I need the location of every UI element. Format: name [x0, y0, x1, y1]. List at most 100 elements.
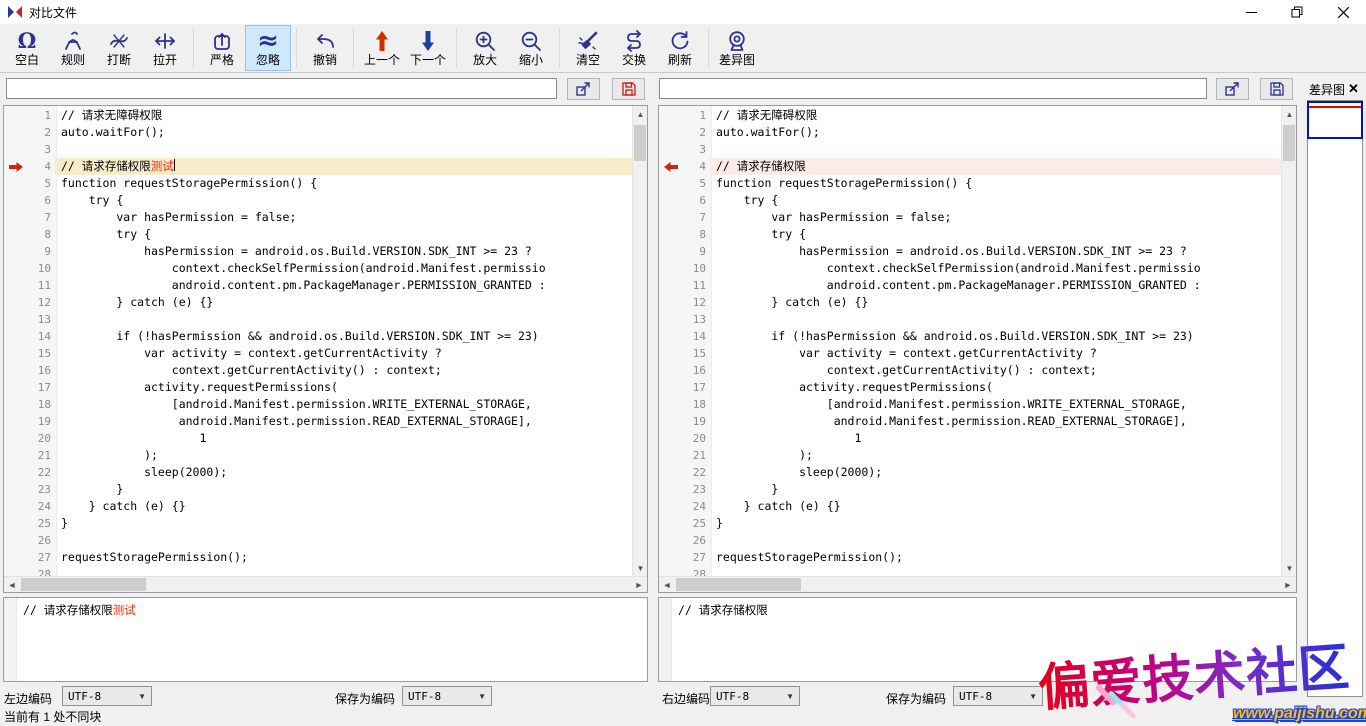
- left-horizontal-scrollbar[interactable]: ◄ ►: [4, 576, 647, 592]
- code-line: 23 }: [4, 481, 632, 498]
- toolbar-button-label: 打断: [107, 54, 131, 67]
- right-horizontal-scrollbar[interactable]: ◄ ►: [659, 576, 1296, 592]
- toolbar-button-next[interactable]: 下一个: [405, 25, 451, 71]
- line-marker-margin: [4, 141, 28, 158]
- scroll-up-icon[interactable]: ▲: [1282, 106, 1297, 122]
- code-line: 9 hasPermission = android.os.Build.VERSI…: [659, 243, 1281, 260]
- line-marker-margin: [4, 498, 28, 515]
- right-open-file-button[interactable]: [1216, 78, 1249, 100]
- code-line: 7 var hasPermission = false;: [4, 209, 632, 226]
- merge-to-right-arrow-icon[interactable]: [4, 158, 28, 175]
- left-save-button[interactable]: [612, 78, 645, 100]
- toolbar-button-previous[interactable]: 上一个: [359, 25, 405, 71]
- scrollbar-thumb[interactable]: [676, 578, 801, 591]
- line-number: 16: [683, 362, 710, 379]
- scroll-right-icon[interactable]: ►: [1280, 577, 1296, 592]
- scroll-right-icon[interactable]: ►: [631, 577, 647, 592]
- toolbar-button-undo[interactable]: 撤销: [302, 25, 348, 71]
- diff-map-viewport[interactable]: [1307, 101, 1363, 139]
- line-number: 20: [28, 430, 55, 447]
- line-marker-margin: [4, 107, 28, 124]
- code-text: [55, 566, 632, 576]
- line-number: 28: [683, 566, 710, 576]
- line-marker-margin: [4, 328, 28, 345]
- toolbar-button-swap[interactable]: 交换: [611, 25, 657, 71]
- line-number: 6: [683, 192, 710, 209]
- right-save-encoding-select[interactable]: UTF-8 ▼: [953, 686, 1043, 706]
- left-file-path-input[interactable]: [6, 78, 557, 99]
- line-marker-margin: [659, 260, 683, 277]
- code-text: // 请求无障碍权限: [55, 107, 632, 124]
- code-text: activity.requestPermissions(: [55, 379, 632, 396]
- right-file-path-input[interactable]: [659, 78, 1207, 99]
- toolbar-button-zoom-in[interactable]: 放大: [462, 25, 508, 71]
- code-line: 23 }: [659, 481, 1281, 498]
- scroll-left-icon[interactable]: ◄: [4, 577, 20, 592]
- line-number: 12: [683, 294, 710, 311]
- maximize-restore-button[interactable]: [1274, 0, 1320, 24]
- toolbar-button-refresh[interactable]: 刷新: [657, 25, 703, 71]
- code-line: 28: [4, 566, 632, 576]
- code-line: 3: [659, 141, 1281, 158]
- code-text: function requestStoragePermission() {: [55, 175, 632, 192]
- left-open-file-button[interactable]: [567, 78, 600, 100]
- code-line: 25}: [4, 515, 632, 532]
- line-marker-margin: [4, 515, 28, 532]
- left-vertical-scrollbar[interactable]: ▲ ▼: [632, 106, 647, 576]
- line-number: 8: [28, 226, 55, 243]
- scroll-left-icon[interactable]: ◄: [659, 577, 675, 592]
- code-text: auto.waitFor();: [710, 124, 1281, 141]
- line-number: 2: [28, 124, 55, 141]
- toolbar-separator: [296, 28, 297, 68]
- toolbar-button-clear[interactable]: 清空: [565, 25, 611, 71]
- scrollbar-thumb[interactable]: [634, 125, 646, 161]
- close-button[interactable]: [1320, 0, 1366, 24]
- line-number: 23: [683, 481, 710, 498]
- minimize-button[interactable]: [1228, 0, 1274, 24]
- scroll-down-icon[interactable]: ▼: [633, 560, 648, 576]
- code-text: } catch (e) {}: [55, 498, 632, 515]
- scroll-up-icon[interactable]: ▲: [633, 106, 648, 122]
- line-marker-margin: [659, 345, 683, 362]
- right-encoding-select[interactable]: UTF-8 ▼: [710, 686, 800, 706]
- right-vertical-scrollbar[interactable]: ▲ ▼: [1281, 106, 1296, 576]
- toolbar-button-stretch[interactable]: 拉开: [142, 25, 188, 71]
- line-number: 22: [683, 464, 710, 481]
- line-marker-margin: [659, 277, 683, 294]
- line-marker-margin: [659, 515, 683, 532]
- scrollbar-thumb[interactable]: [21, 578, 146, 591]
- code-line: 14 if (!hasPermission && android.os.Buil…: [659, 328, 1281, 345]
- left-code-editor[interactable]: 1// 请求无障碍权限2auto.waitFor();34// 请求存储权限测试…: [3, 105, 648, 593]
- diff-map-close-icon[interactable]: ✕: [1348, 81, 1359, 97]
- scroll-down-icon[interactable]: ▼: [1282, 560, 1297, 576]
- line-marker-margin: [4, 549, 28, 566]
- toolbar-button-ignore[interactable]: ≈忽略: [245, 25, 291, 71]
- toolbar-button-zoom-out[interactable]: 缩小: [508, 25, 554, 71]
- toolbar-button-diff-map[interactable]: 差异图: [714, 25, 760, 71]
- toolbar-button-label: 交换: [622, 54, 646, 67]
- code-line: 6 try {: [4, 192, 632, 209]
- scrollbar-thumb[interactable]: [1283, 125, 1295, 161]
- code-text: [710, 141, 1281, 158]
- right-save-button[interactable]: [1260, 78, 1293, 100]
- right-save-encoding-label: 保存为编码: [886, 690, 946, 707]
- zoom-in-icon: [473, 29, 497, 53]
- code-text: [710, 311, 1281, 328]
- left-encoding-select[interactable]: UTF-8 ▼: [62, 686, 152, 706]
- merge-to-left-arrow-icon[interactable]: [659, 158, 683, 175]
- left-save-encoding-select[interactable]: UTF-8 ▼: [402, 686, 492, 706]
- line-marker-margin: [659, 549, 683, 566]
- save-icon: [1269, 81, 1285, 97]
- diff-overview-map[interactable]: [1307, 100, 1363, 697]
- code-line: 28: [659, 566, 1281, 576]
- toolbar-button-strict[interactable]: 严格: [199, 25, 245, 71]
- toolbar-button-break[interactable]: 打断: [96, 25, 142, 71]
- right-code-editor[interactable]: 1// 请求无障碍权限2auto.waitFor();34// 请求存储权限5f…: [658, 105, 1297, 593]
- code-line: 8 try {: [659, 226, 1281, 243]
- refresh-icon: [668, 29, 692, 53]
- toolbar-button-rules[interactable]: 规则: [50, 25, 96, 71]
- line-marker-margin: [4, 566, 28, 576]
- code-line: 9 hasPermission = android.os.Build.VERSI…: [4, 243, 632, 260]
- toolbar-button-blank[interactable]: Ω空白: [4, 25, 50, 71]
- code-text: [710, 532, 1281, 549]
